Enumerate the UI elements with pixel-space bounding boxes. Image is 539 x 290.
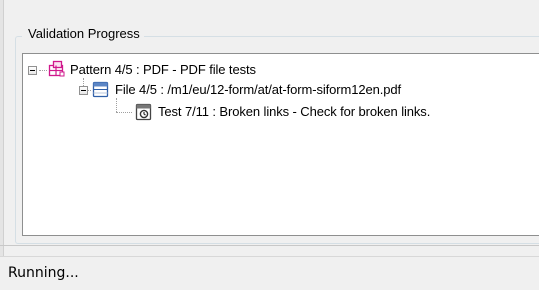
progress-tree[interactable]: Pattern 4/5 : PDF - PDF file tests File …: [22, 53, 539, 236]
status-text: Running...: [8, 265, 79, 281]
pattern-icon: [48, 60, 65, 77]
tree-connector: [116, 98, 117, 112]
file-icon: [92, 81, 109, 98]
collapse-toggle-file[interactable]: [79, 86, 88, 95]
tree-node-label: Pattern 4/5 : PDF - PDF file tests: [70, 62, 256, 77]
group-title: Validation Progress: [22, 26, 144, 42]
tree-connector: [39, 70, 47, 71]
tree-node-label: File 4/5 : /m1/eu/12-form/at/at-form-sif…: [115, 82, 402, 97]
tree-node-pattern[interactable]: Pattern 4/5 : PDF - PDF file tests: [70, 60, 256, 80]
tree-node-test[interactable]: Test 7/11 : Broken links - Check for bro…: [158, 102, 430, 122]
status-bar: Running...: [0, 256, 539, 290]
collapse-toggle-pattern[interactable]: [28, 66, 37, 75]
tree-node-label: Test 7/11 : Broken links - Check for bro…: [158, 104, 431, 119]
tree-connector: [116, 112, 132, 113]
divider: [0, 245, 539, 246]
window-left-edge: [0, 0, 4, 262]
tree-node-file[interactable]: File 4/5 : /m1/eu/12-form/at/at-form-sif…: [115, 80, 401, 100]
test-icon: [135, 103, 152, 121]
